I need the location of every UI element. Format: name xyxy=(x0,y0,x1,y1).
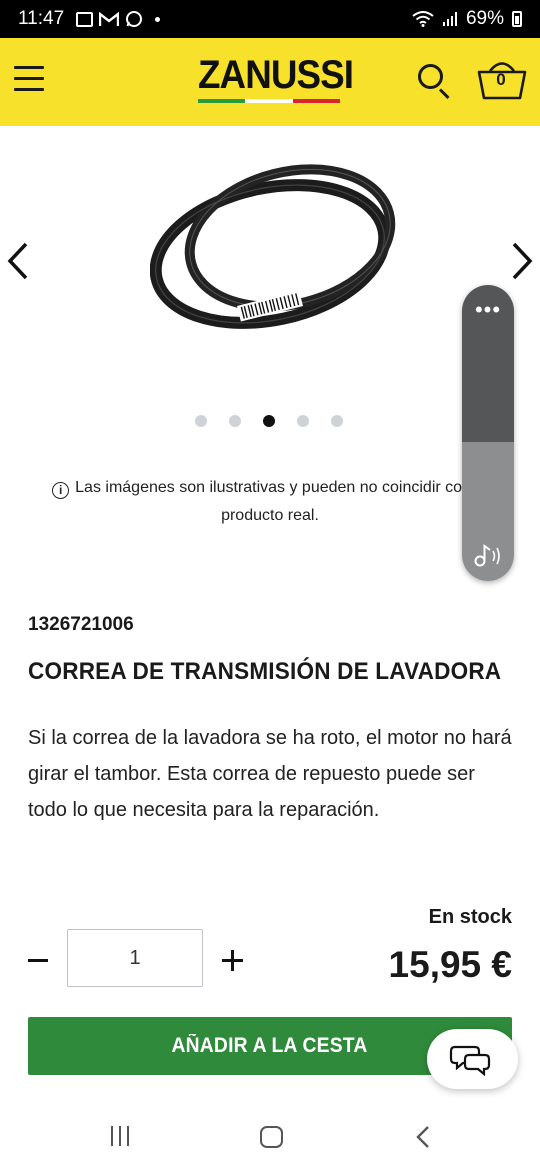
carousel-dot[interactable] xyxy=(195,415,207,427)
product-description: Si la correa de la lavadora se ha roto, … xyxy=(28,727,512,821)
chevron-right-icon xyxy=(512,242,533,280)
system-navigation-bar xyxy=(0,1106,540,1170)
menu-button[interactable] xyxy=(14,66,44,96)
product-image[interactable] xyxy=(150,146,396,336)
info-icon: i xyxy=(52,482,70,499)
disclaimer-text: Las imágenes son ilustrativas y pueden n… xyxy=(75,479,488,524)
carousel-dot[interactable] xyxy=(297,415,309,427)
status-time: 11:47 xyxy=(18,8,65,29)
chat-button[interactable] xyxy=(427,1029,518,1089)
status-bar: 11:47 69% xyxy=(0,0,540,38)
floating-media-panel[interactable]: ••• xyxy=(462,285,514,581)
back-button[interactable] xyxy=(412,1124,436,1150)
gallery-icon xyxy=(76,11,94,27)
gmail-icon xyxy=(99,11,120,26)
battery-percent: 69% xyxy=(465,8,504,29)
image-disclaimer: i Las imágenes son ilustrativas y pueden … xyxy=(30,474,510,530)
chat-icon xyxy=(449,1045,491,1077)
cart-count: 0 xyxy=(496,70,506,89)
carousel-dot[interactable] xyxy=(331,415,343,427)
cart-button[interactable]: 0 xyxy=(476,56,528,102)
quantity-increase-button[interactable] xyxy=(218,945,248,975)
add-to-cart-label: AÑADIR A LA CESTA xyxy=(172,1034,368,1057)
carousel-next-button[interactable] xyxy=(504,236,538,286)
recent-apps-button[interactable] xyxy=(108,1126,134,1148)
product-image-carousel[interactable] xyxy=(0,126,540,446)
site-header: ZANUSSI 0 xyxy=(0,38,540,126)
wifi-icon xyxy=(412,11,434,27)
product-price: 15,95 € xyxy=(388,944,512,985)
quantity-decrease-button[interactable] xyxy=(24,945,54,975)
product-sku: 1326721006 xyxy=(28,614,134,635)
search-button[interactable] xyxy=(416,62,454,100)
carousel-dot-active[interactable] xyxy=(263,415,275,427)
carousel-dot[interactable] xyxy=(229,415,241,427)
carousel-prev-button[interactable] xyxy=(2,236,36,286)
signal-icon xyxy=(442,12,457,26)
logo-flag-stripe xyxy=(198,99,340,103)
chevron-left-icon xyxy=(7,242,28,280)
home-button[interactable] xyxy=(260,1126,283,1148)
whatsapp-icon xyxy=(126,11,143,27)
quantity-input[interactable] xyxy=(67,929,203,987)
search-icon xyxy=(418,64,443,89)
more-options-icon[interactable]: ••• xyxy=(462,299,514,321)
notification-dot-icon xyxy=(155,16,161,22)
logo-text: ZANUSSI xyxy=(198,53,354,97)
product-title: CORREA DE TRANSMISIÓN DE LAVADORA xyxy=(28,658,502,685)
sound-assistant-icon[interactable] xyxy=(472,541,504,569)
zanussi-logo[interactable]: ZANUSSI xyxy=(198,53,354,103)
stock-status: En stock xyxy=(428,906,512,928)
battery-icon xyxy=(512,11,522,27)
carousel-dots xyxy=(195,415,343,427)
back-icon xyxy=(416,1126,429,1148)
